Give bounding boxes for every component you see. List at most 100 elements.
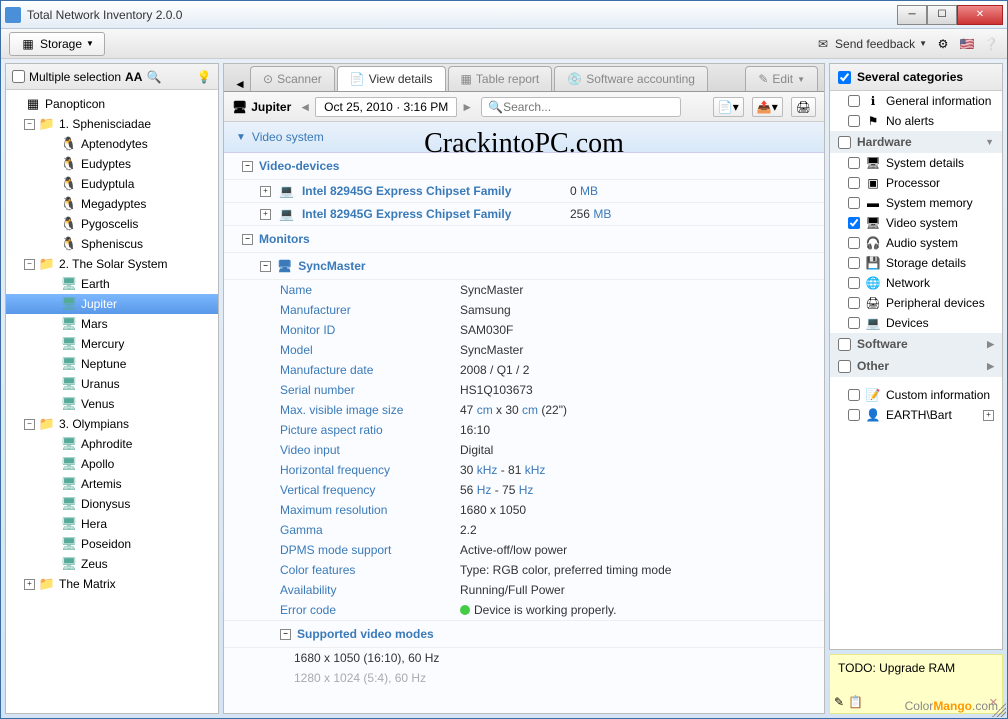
tree-node[interactable]: −📁3. Olympians <box>6 414 218 434</box>
section-video-system[interactable]: ▼ Video system <box>224 122 824 153</box>
category-custom[interactable]: 📝Custom information <box>830 385 1002 405</box>
tree-node[interactable]: 🐧Aptenodytes <box>6 134 218 154</box>
category-hardware-group[interactable]: Hardware▼ <box>830 131 1002 153</box>
send-feedback-link[interactable]: ✉ Send feedback ▼ <box>815 36 927 52</box>
property-row: NameSyncMaster <box>224 280 824 300</box>
supported-modes-header[interactable]: − Supported video modes <box>224 620 824 648</box>
expand-icon[interactable]: − <box>24 419 35 430</box>
bulb-icon[interactable]: 💡 <box>196 69 212 85</box>
expand-icon[interactable]: − <box>24 259 35 270</box>
search-input[interactable] <box>503 100 674 114</box>
tree-icon: 🐧 <box>61 216 77 232</box>
search-box[interactable]: 🔍 <box>481 97 681 117</box>
tree-node[interactable]: 🐧Eudyptes <box>6 154 218 174</box>
category-item[interactable]: 🎧Audio system <box>830 233 1002 253</box>
minimize-button[interactable]: ─ <box>897 5 927 25</box>
category-icon: 🌐 <box>866 276 880 290</box>
next-date-button[interactable]: ► <box>461 100 473 114</box>
main-toolbar: ▦ Storage ▼ ✉ Send feedback ▼ ⚙ 🇺🇸 ❔ <box>1 29 1007 59</box>
tree-icon: 🐧 <box>61 236 77 252</box>
flag-icon[interactable]: 🇺🇸 <box>959 36 975 52</box>
search-icon[interactable]: 🔍 <box>146 69 162 85</box>
tab-software[interactable]: 💿Software accounting <box>554 66 708 91</box>
category-item[interactable]: 🖥System details <box>830 153 1002 173</box>
storage-dropdown[interactable]: ▦ Storage ▼ <box>9 32 105 56</box>
tree-node[interactable]: 🐧Pygoscelis <box>6 214 218 234</box>
subsection-video-devices[interactable]: − Video-devices <box>224 153 824 180</box>
titlebar: Total Network Inventory 2.0.0 ─ ☐ ✕ <box>1 1 1007 29</box>
tree-node[interactable]: 🖥Dionysus <box>6 494 218 514</box>
export-button[interactable]: 📄▾ <box>713 97 744 117</box>
category-item[interactable]: 💻Devices <box>830 313 1002 333</box>
tree-node[interactable]: 🖥Jupiter <box>6 294 218 314</box>
tab-table-report[interactable]: ▦Table report <box>448 66 553 91</box>
action-button[interactable]: 📤▾ <box>752 97 783 117</box>
tree-node[interactable]: 🖥Uranus <box>6 374 218 394</box>
tree-node[interactable]: 🖥Mercury <box>6 334 218 354</box>
scanner-icon: ⊙ <box>263 72 273 86</box>
help-icon[interactable]: ❔ <box>983 36 999 52</box>
tree-node[interactable]: 🖥Artemis <box>6 474 218 494</box>
tree-node[interactable]: 🖥Zeus <box>6 554 218 574</box>
tree-node[interactable]: 🐧Megadyptes <box>6 194 218 214</box>
tab-scanner[interactable]: ⊙Scanner <box>250 66 335 91</box>
details-content: CrackintoPC.com ▼ Video system − Video-d… <box>224 122 824 713</box>
tree-node[interactable]: −📁1. Sphenisciadae <box>6 114 218 134</box>
video-device-row[interactable]: + 💻 Intel 82945G Express Chipset Family … <box>224 203 824 226</box>
category-item[interactable]: 💾Storage details <box>830 253 1002 273</box>
category-item[interactable]: 🌐Network <box>830 273 1002 293</box>
print-button[interactable]: 🖨 <box>791 97 816 117</box>
tree-node[interactable]: 🐧Spheniscus <box>6 234 218 254</box>
monitor-header[interactable]: − 🖥 SyncMaster <box>224 253 824 280</box>
tree-node[interactable]: 🖥Earth <box>6 274 218 294</box>
tree-node[interactable]: 🖥Mars <box>6 314 218 334</box>
video-device-row[interactable]: + 💻 Intel 82945G Express Chipset Family … <box>224 180 824 203</box>
info-icon: ℹ <box>866 94 880 108</box>
tree-node[interactable]: +📁The Matrix <box>6 574 218 594</box>
category-software-group[interactable]: Software▶ <box>830 333 1002 355</box>
maximize-button[interactable]: ☐ <box>927 5 957 25</box>
expand-icon[interactable]: + <box>983 410 994 421</box>
multi-select-check[interactable] <box>12 70 25 83</box>
prev-date-button[interactable]: ◄ <box>299 100 311 114</box>
category-item[interactable]: ▣Processor <box>830 173 1002 193</box>
tree-node[interactable]: 🖥Aphrodite <box>6 434 218 454</box>
category-item[interactable]: ▬System memory <box>830 193 1002 213</box>
note-copy-icon[interactable]: 📋 <box>848 695 863 709</box>
tree-node[interactable]: 🖥Hera <box>6 514 218 534</box>
tree-node[interactable]: 🖥Neptune <box>6 354 218 374</box>
user-icon: 👤 <box>866 408 880 422</box>
category-other-group[interactable]: Other▶ <box>830 355 1002 377</box>
tree-node[interactable]: 🖥Apollo <box>6 454 218 474</box>
tab-bar: ◄ ⊙Scanner 📄View details ▦Table report 💿… <box>224 64 824 92</box>
tree-icon: 🐧 <box>61 156 77 172</box>
tree-node[interactable]: 🖥Venus <box>6 394 218 414</box>
asset-tree: ▦Panopticon−📁1. Sphenisciadae🐧Aptenodyte… <box>6 90 218 713</box>
category-item[interactable]: 🖥Video system <box>830 213 1002 233</box>
gear-icon[interactable]: ⚙ <box>935 36 951 52</box>
collapse-icon: − <box>260 261 271 272</box>
status-ok-icon <box>460 605 470 615</box>
category-user[interactable]: 👤EARTH\Bart + <box>830 405 1002 425</box>
categories-check[interactable] <box>838 71 851 84</box>
property-row: Color featuresType: RGB color, preferred… <box>224 560 824 580</box>
close-button[interactable]: ✕ <box>957 5 1003 25</box>
subsection-monitors[interactable]: − Monitors <box>224 226 824 253</box>
tab-edit[interactable]: ✎Edit▼ <box>745 66 818 91</box>
tree-node[interactable]: −📁2. The Solar System <box>6 254 218 274</box>
note-edit-icon[interactable]: ✎ <box>834 695 844 709</box>
category-general[interactable]: ℹGeneral information <box>830 91 1002 111</box>
font-size-button[interactable]: AA <box>125 70 142 84</box>
tree-node[interactable]: 🖥Poseidon <box>6 534 218 554</box>
property-row: Gamma2.2 <box>224 520 824 540</box>
tab-view-details[interactable]: 📄View details <box>337 66 446 91</box>
expand-icon[interactable]: + <box>24 579 35 590</box>
resize-grip[interactable] <box>992 703 1006 717</box>
tree-node[interactable]: 🐧Eudyptula <box>6 174 218 194</box>
scan-date[interactable]: Oct 25, 2010 · 3:16 PM <box>315 97 457 117</box>
category-noalerts[interactable]: ⚑No alerts <box>830 111 1002 131</box>
tab-scroll-left[interactable]: ◄ <box>230 77 250 91</box>
tree-node[interactable]: ▦Panopticon <box>6 94 218 114</box>
expand-icon[interactable]: − <box>24 119 35 130</box>
category-item[interactable]: 🖨Peripheral devices <box>830 293 1002 313</box>
